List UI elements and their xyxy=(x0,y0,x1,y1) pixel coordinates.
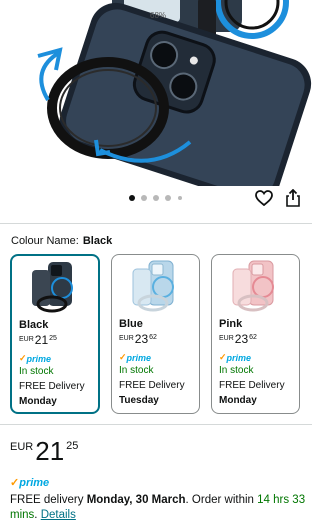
delivery-text: FREE Delivery xyxy=(19,381,85,392)
delivery-day: Monday xyxy=(19,396,57,407)
prime-label: prime xyxy=(226,352,252,363)
stock-status: In stock xyxy=(119,365,154,376)
section-divider xyxy=(0,223,312,224)
delivery-date: Monday, 30 March xyxy=(86,494,186,506)
product-image[interactable]: 68% xyxy=(0,0,312,186)
variant-price: EUR 21 25 xyxy=(19,334,57,346)
colour-name-label: Colour Name: xyxy=(11,235,79,247)
price-whole: 21 xyxy=(35,436,65,466)
prime-label: prime xyxy=(126,352,152,363)
variant-price-currency: EUR xyxy=(119,335,134,342)
variant-price-fraction: 25 xyxy=(49,335,57,342)
prime-badge: ✓ prime xyxy=(19,353,51,364)
wishlist-button[interactable] xyxy=(253,187,275,209)
variant-price-fraction: 62 xyxy=(249,334,257,341)
delivery-message: FREE delivery Monday, 30 March. Order wi… xyxy=(10,493,306,523)
carousel-dot-2[interactable] xyxy=(141,195,147,201)
delivery-day: Tuesday xyxy=(119,395,159,406)
heart-icon xyxy=(255,190,273,206)
delivery-middle: . Order within xyxy=(185,494,254,506)
delivery-details-link[interactable]: Details xyxy=(41,509,76,521)
product-price: EUR 21 25 xyxy=(10,438,78,464)
carousel-dot-4[interactable] xyxy=(165,195,171,201)
variant-thumbnail xyxy=(212,255,299,315)
prime-check-icon: ✓ xyxy=(119,352,127,362)
section-divider xyxy=(0,424,312,425)
screen-battery-text: 68% xyxy=(150,11,166,20)
stock-status: In stock xyxy=(219,365,254,376)
variant-card-pink[interactable]: Pink EUR 23 62 ✓ prime In stock FREE Delive… xyxy=(211,254,300,414)
prime-badge: ✓ prime xyxy=(219,352,251,363)
variant-price-currency: EUR xyxy=(19,336,34,343)
prime-badge: ✓ prime xyxy=(119,352,151,363)
variant-card-blue[interactable]: Blue EUR 23 62 ✓ prime In stock FREE Delive… xyxy=(111,254,200,414)
prime-check-icon: ✓ xyxy=(219,352,227,362)
colour-name-value: Black xyxy=(82,235,113,247)
prime-label: prime xyxy=(26,353,52,364)
prime-check-icon: ✓ xyxy=(19,353,27,363)
variant-name: Blue xyxy=(119,318,143,330)
delivery-prefix: FREE delivery xyxy=(10,494,84,506)
variant-thumbnail xyxy=(112,255,199,315)
delivery-text: FREE Delivery xyxy=(219,380,285,391)
variant-price-whole: 23 xyxy=(134,332,149,346)
colour-name-row: Colour Name: Black xyxy=(11,235,112,247)
variant-name: Black xyxy=(19,319,49,331)
prime-label: prime xyxy=(19,476,50,489)
carousel-dot-1[interactable] xyxy=(129,195,135,201)
delivery-suffix: . xyxy=(34,509,38,521)
share-button[interactable] xyxy=(282,187,304,209)
carousel-dot-5[interactable] xyxy=(178,196,182,200)
delivery-day: Monday xyxy=(219,395,257,406)
variant-name: Pink xyxy=(219,318,243,330)
variant-price: EUR 23 62 xyxy=(119,333,157,345)
price-currency: EUR xyxy=(10,441,34,453)
variant-price-currency: EUR xyxy=(219,335,234,342)
variant-thumbnail xyxy=(12,256,98,316)
delivery-text: FREE Delivery xyxy=(119,380,185,391)
variant-price-fraction: 62 xyxy=(149,334,157,341)
variant-price-whole: 21 xyxy=(34,333,49,347)
variant-card-black[interactable]: Black EUR 21 25 ✓ prime In stock FREE Deliv… xyxy=(10,254,100,414)
carousel-dot-3[interactable] xyxy=(153,195,159,201)
variant-price-whole: 23 xyxy=(234,332,249,346)
variant-price: EUR 23 62 xyxy=(219,333,257,345)
price-fraction: 25 xyxy=(66,440,79,452)
prime-badge: ✓ prime xyxy=(10,476,50,490)
share-icon xyxy=(286,189,300,207)
prime-check-icon: ✓ xyxy=(10,477,20,489)
stock-status: In stock xyxy=(19,366,54,377)
